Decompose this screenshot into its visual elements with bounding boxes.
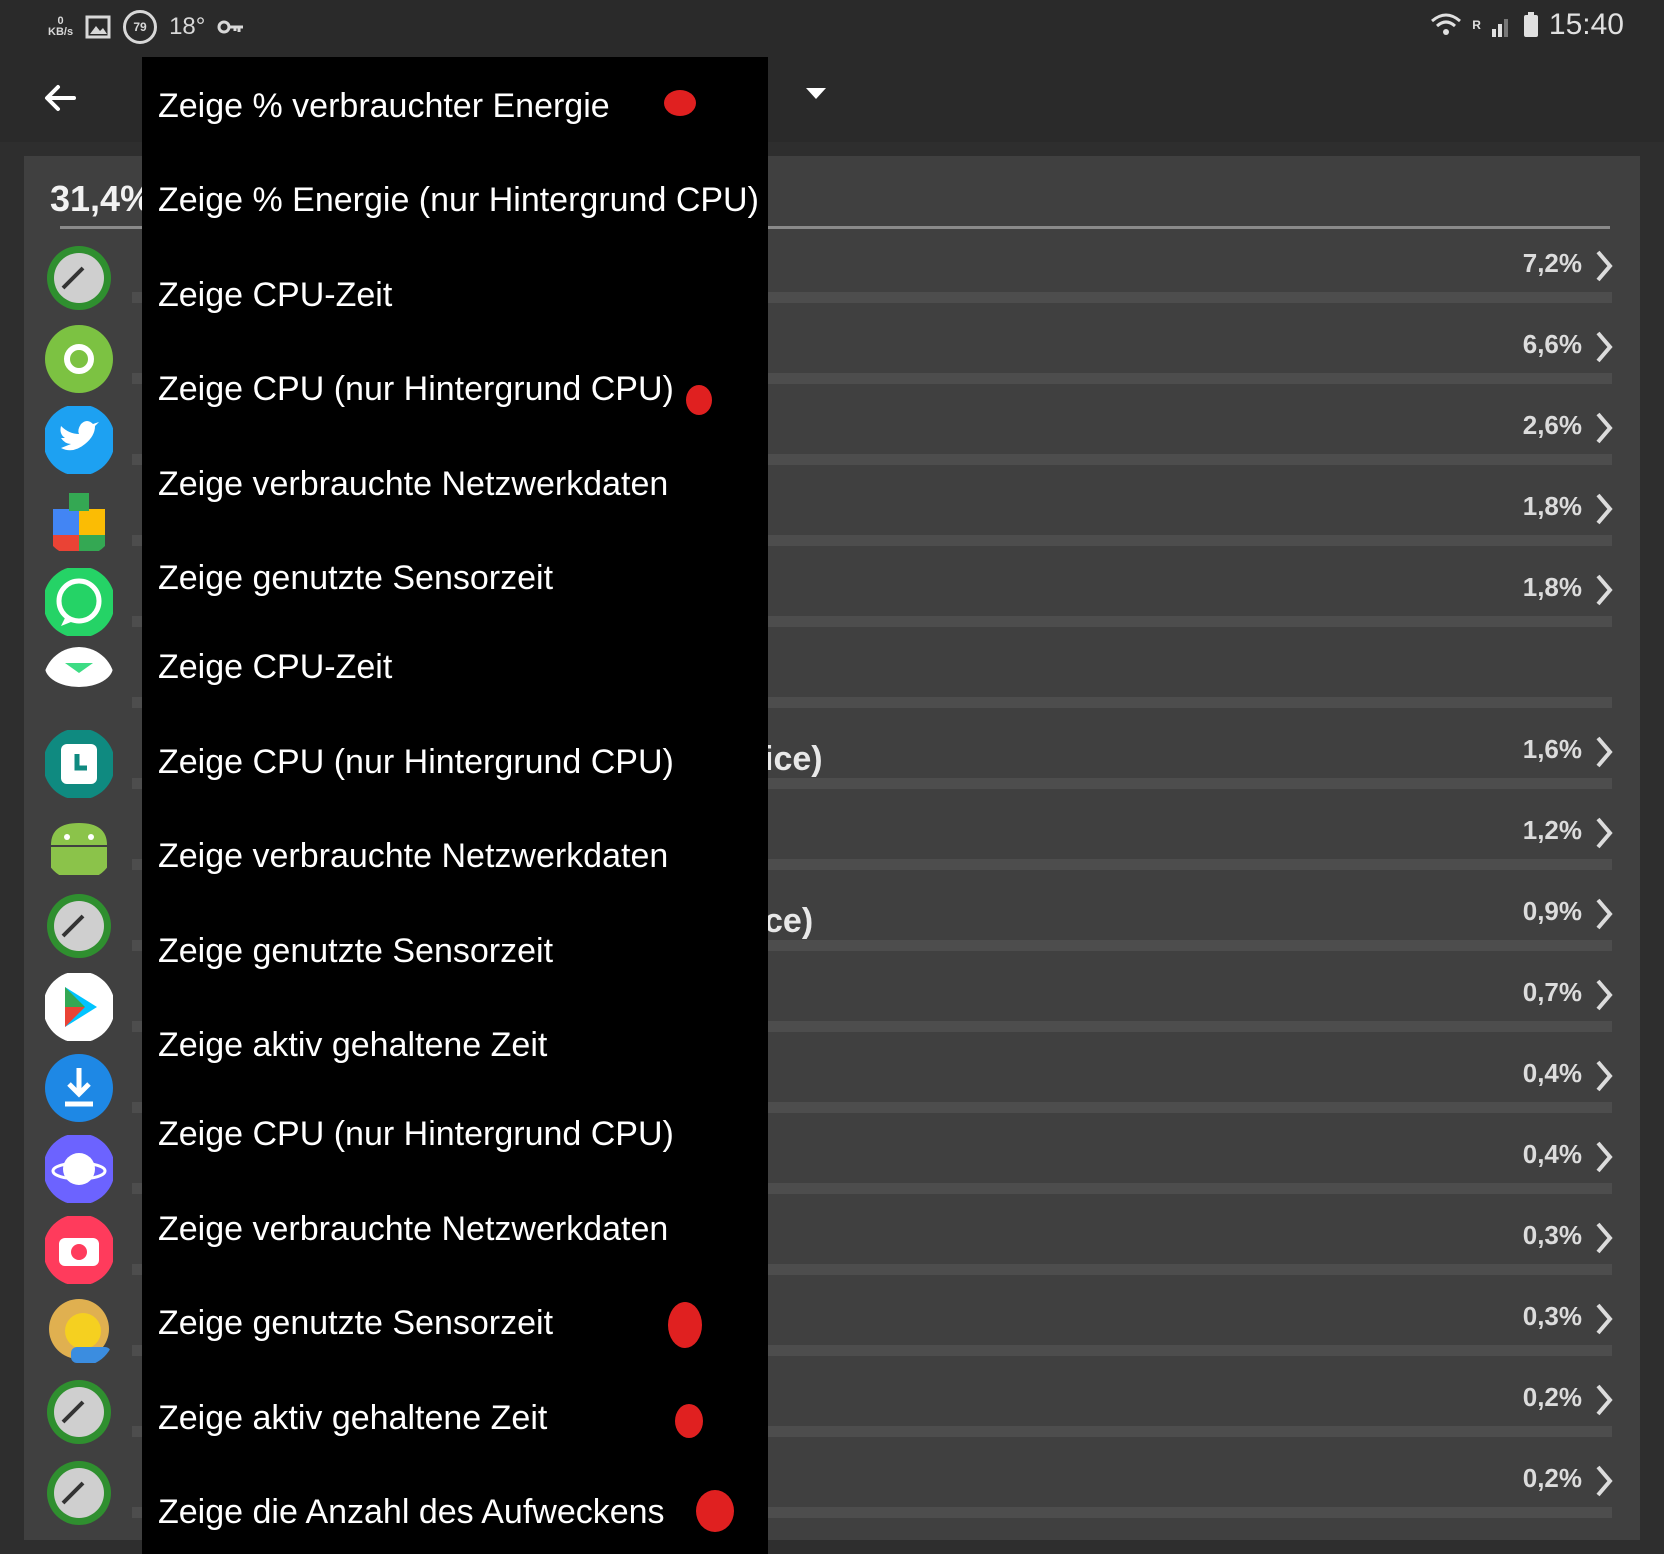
camera-icon bbox=[45, 1216, 113, 1284]
app-name-fragment: ce) bbox=[764, 902, 814, 940]
chevron-right-icon bbox=[1596, 331, 1613, 363]
usage-percent: 7,2% bbox=[1522, 248, 1582, 278]
android-round-icon bbox=[45, 647, 113, 687]
usage-percent: 2,6% bbox=[1522, 410, 1582, 440]
usage-percent: 0,2% bbox=[1522, 1463, 1582, 1493]
clock-time: 15:40 bbox=[1548, 8, 1624, 41]
menu-item-network[interactable]: Zeige verbrauchte Netzwerkdaten bbox=[158, 837, 668, 876]
chevron-right-icon bbox=[1596, 736, 1613, 768]
menu-item-cpu-background[interactable]: Zeige CPU (nur Hintergrund CPU) bbox=[158, 743, 674, 782]
usage-percent: 1,8% bbox=[1522, 491, 1582, 521]
twitter-icon bbox=[45, 406, 113, 474]
status-icons-left: 0 KB/s 79 18° bbox=[48, 10, 245, 44]
menu-item-wakeups[interactable]: Zeige die Anzahl des Aufweckens bbox=[158, 1493, 665, 1532]
play-services-icon bbox=[53, 493, 105, 551]
chevron-right-icon bbox=[1596, 898, 1613, 930]
menu-item-wakelock[interactable]: Zeige aktiv gehaltene Zeit bbox=[158, 1026, 547, 1065]
red-mark bbox=[675, 1404, 703, 1438]
arrow-left-icon[interactable] bbox=[36, 74, 84, 122]
download-icon bbox=[45, 1054, 113, 1122]
chevron-right-icon bbox=[1596, 1141, 1613, 1173]
usage-percent: 1,6% bbox=[1522, 734, 1582, 764]
menu-item-network[interactable]: Zeige verbrauchte Netzwerkdaten bbox=[158, 465, 668, 504]
chevron-right-icon bbox=[1596, 574, 1613, 606]
network-speed: 0 KB/s bbox=[48, 16, 73, 38]
usage-percent: 0,4% bbox=[1522, 1058, 1582, 1088]
chevron-right-icon bbox=[1596, 979, 1613, 1011]
menu-item-sensor[interactable]: Zeige genutzte Sensorzeit bbox=[158, 932, 553, 971]
vpn-key-icon bbox=[217, 20, 244, 34]
internet-icon bbox=[45, 1135, 113, 1203]
usage-percent: 1,8% bbox=[1522, 572, 1582, 602]
usage-percent: 0,3% bbox=[1522, 1220, 1582, 1250]
chevron-right-icon bbox=[1596, 1060, 1613, 1092]
gauge-icon bbox=[47, 246, 111, 310]
usage-percent: 0,4% bbox=[1522, 1139, 1582, 1169]
gauge-icon bbox=[47, 1461, 111, 1525]
battery-icon bbox=[1523, 12, 1538, 37]
roaming-indicator: R bbox=[1472, 18, 1481, 32]
menu-item-sensor[interactable]: Zeige genutzte Sensorzeit bbox=[158, 1304, 553, 1343]
status-bar: 0 KB/s 79 18° R 15:40 bbox=[0, 0, 1664, 56]
menu-item-network[interactable]: Zeige verbrauchte Netzwerkdaten bbox=[158, 1210, 668, 1249]
menu-item-energy-background[interactable]: Zeige % Energie (nur Hintergrund CPU) bbox=[158, 181, 759, 220]
caret-down-icon[interactable] bbox=[806, 88, 826, 99]
menu-item-wakelock[interactable]: Zeige aktiv gehaltene Zeit bbox=[158, 1399, 547, 1438]
app-name-fragment: ice) bbox=[764, 740, 823, 778]
chevron-right-icon bbox=[1596, 1465, 1613, 1497]
usage-percent: 0,3% bbox=[1522, 1301, 1582, 1331]
usage-percent: 0,7% bbox=[1522, 977, 1582, 1007]
android-icon bbox=[51, 823, 107, 875]
settings-icon bbox=[45, 325, 113, 393]
usage-percent: 0,2% bbox=[1522, 1382, 1582, 1412]
chevron-right-icon bbox=[1596, 817, 1613, 849]
usage-percent: 1,2% bbox=[1522, 815, 1582, 845]
gauge-icon bbox=[47, 894, 111, 958]
chevron-right-icon bbox=[1596, 412, 1613, 444]
play-store-icon bbox=[45, 973, 113, 1041]
menu-item-cpu-background[interactable]: Zeige CPU (nur Hintergrund CPU) bbox=[158, 1115, 674, 1154]
temperature-circle-icon: 79 bbox=[123, 10, 158, 44]
gallery-icon bbox=[85, 15, 111, 39]
gauge-icon bbox=[47, 1380, 111, 1444]
chevron-right-icon bbox=[1596, 1303, 1613, 1335]
red-mark bbox=[664, 90, 696, 116]
temperature-label: 18° bbox=[169, 13, 206, 40]
status-icons-right: R 15:40 bbox=[1430, 8, 1624, 42]
signal-icon bbox=[1491, 19, 1508, 37]
menu-item-cpu-time[interactable]: Zeige CPU-Zeit bbox=[158, 648, 392, 687]
usage-percent: 0,9% bbox=[1522, 896, 1582, 926]
red-mark bbox=[668, 1302, 702, 1348]
menu-item-sensor[interactable]: Zeige genutzte Sensorzeit bbox=[158, 559, 553, 598]
menu-item-cpu-time[interactable]: Zeige CPU-Zeit bbox=[158, 276, 392, 315]
clock-icon bbox=[45, 730, 113, 798]
usage-percent: 6,6% bbox=[1522, 329, 1582, 359]
menu-item-energy[interactable]: Zeige % verbrauchter Energie bbox=[158, 87, 610, 126]
network-speed-unit: KB/s bbox=[48, 26, 74, 38]
total-percent: 31,4% bbox=[50, 178, 153, 219]
sort-menu: Zeige % verbrauchter Energie Zeige % Ene… bbox=[142, 57, 768, 1554]
chevron-right-icon bbox=[1596, 1384, 1613, 1416]
whatsapp-icon bbox=[45, 568, 113, 636]
red-mark bbox=[686, 385, 712, 415]
chevron-right-icon bbox=[1596, 493, 1613, 525]
menu-item-cpu-background[interactable]: Zeige CPU (nur Hintergrund CPU) bbox=[158, 370, 674, 409]
chevron-right-icon bbox=[1596, 1222, 1613, 1254]
weather-pro-icon bbox=[49, 1299, 111, 1363]
red-mark bbox=[696, 1490, 734, 1532]
wifi-icon bbox=[1431, 13, 1462, 35]
chevron-right-icon bbox=[1596, 250, 1613, 282]
